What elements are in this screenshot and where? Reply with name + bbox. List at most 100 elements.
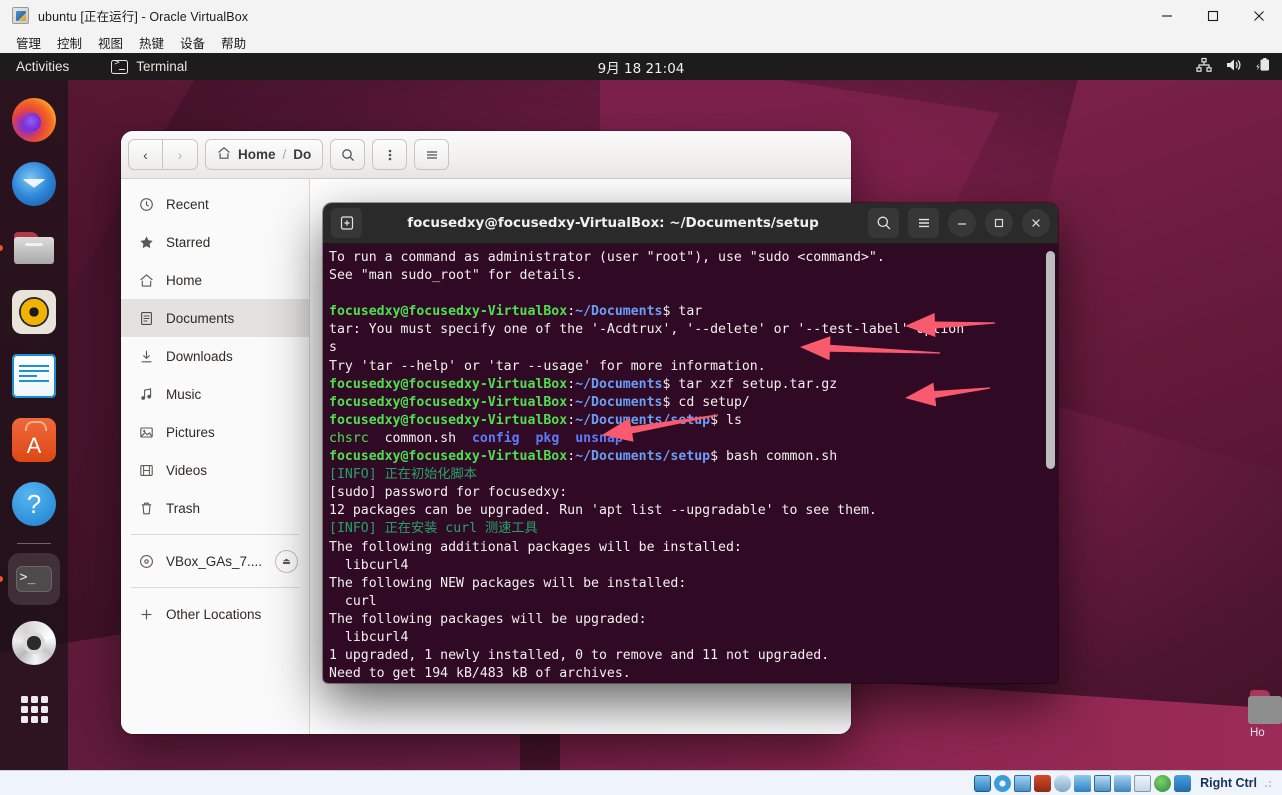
forward-button[interactable]: › (163, 139, 198, 170)
disc-icon (138, 553, 155, 570)
sidebar-label: Other Locations (166, 606, 262, 622)
menu-item-help[interactable]: 帮助 (213, 31, 254, 54)
app-menu-terminal[interactable]: Terminal (111, 58, 188, 74)
new-tab-icon[interactable] (331, 208, 362, 238)
sidebar-label: Documents (166, 310, 235, 326)
search-button[interactable] (330, 139, 366, 170)
video-capture-icon[interactable] (1114, 774, 1132, 792)
minimize-icon[interactable] (1144, 0, 1190, 31)
dock-separator (17, 543, 51, 544)
menu-item-devices[interactable]: 设备 (172, 31, 213, 54)
dock-item-libreoffice-writer[interactable] (8, 350, 60, 402)
network-icon[interactable] (1034, 774, 1052, 792)
disc-icon (12, 621, 56, 665)
app-grid-icon (12, 685, 56, 729)
minimize-icon[interactable] (948, 209, 976, 237)
menu-item-hotkeys[interactable]: 热键 (131, 31, 172, 54)
sidebar-label: Videos (166, 462, 208, 478)
rhythmbox-icon (12, 290, 56, 334)
plus-icon (138, 606, 155, 623)
close-icon[interactable] (1022, 209, 1050, 237)
view-options-button[interactable] (372, 139, 408, 170)
terminal-scrollbar[interactable] (1046, 249, 1055, 678)
firefox-icon (12, 98, 56, 142)
sidebar-label: Starred (166, 234, 211, 250)
panel-clock[interactable]: 9月 18 21:04 (598, 57, 685, 77)
maximize-icon[interactable] (985, 209, 1013, 237)
menu-button[interactable] (414, 139, 450, 170)
files-headerbar: ‹ › Home / Do (121, 131, 851, 179)
menu-item-view[interactable]: 视图 (90, 31, 131, 54)
shared-folder-icon[interactable] (1074, 774, 1092, 792)
breadcrumb[interactable]: Home / Do (205, 139, 324, 170)
eject-button[interactable]: ⏏ (275, 549, 298, 573)
sidebar-divider (131, 587, 299, 588)
dock-item-help[interactable] (8, 478, 60, 530)
volume-icon (1225, 57, 1242, 76)
host-key-label: Right Ctrl (1200, 776, 1257, 790)
dock-item-thunderbird[interactable] (8, 158, 60, 210)
sidebar-item-downloads[interactable]: Downloads (121, 337, 309, 375)
sidebar-item-documents[interactable]: Documents (121, 299, 309, 337)
virtualbox-statusbar: Right Ctrl (0, 770, 1282, 795)
activities-button[interactable]: Activities (16, 59, 69, 74)
dock-item-rhythmbox[interactable] (8, 286, 60, 338)
sidebar-label: VBox_GAs_7.... (166, 553, 263, 569)
sidebar-item-videos[interactable]: Videos (121, 451, 309, 489)
terminal-icon (12, 557, 56, 601)
sidebar-item-trash[interactable]: Trash (121, 489, 309, 527)
dock-item-files[interactable] (8, 222, 60, 274)
breadcrumb-separator: / (282, 147, 287, 162)
scrollbar-thumb[interactable] (1046, 251, 1055, 469)
menu-icon[interactable] (908, 208, 939, 238)
floppy-icon[interactable] (1014, 774, 1032, 792)
maximize-icon[interactable] (1190, 0, 1236, 31)
sidebar-item-home[interactable]: Home (121, 261, 309, 299)
optical-disk-icon[interactable] (994, 774, 1012, 792)
menu-item-manage[interactable]: 管理 (8, 31, 49, 54)
sidebar-item-recent[interactable]: Recent (121, 185, 309, 223)
thunderbird-icon (12, 162, 56, 206)
terminal-window-controls (868, 208, 1050, 238)
sidebar-item-music[interactable]: Music (121, 375, 309, 413)
dock-item-show-applications[interactable] (8, 681, 60, 733)
dock-item-firefox[interactable] (8, 94, 60, 146)
panel-status-area[interactable] (1196, 57, 1272, 76)
trash-icon (138, 500, 155, 517)
dock-item-ubuntu-software[interactable] (8, 414, 60, 466)
download-icon (138, 348, 155, 365)
navigation-buttons: ‹ › (128, 139, 198, 170)
app-menu-label: Terminal (136, 59, 188, 74)
sidebar-item-starred[interactable]: Starred (121, 223, 309, 261)
sidebar-item-vbox-guest-additions[interactable]: VBox_GAs_7.... ⏏ (121, 542, 309, 580)
virtualbox-icon[interactable] (1134, 774, 1152, 792)
dock-item-terminal[interactable] (8, 553, 60, 605)
terminal-headerbar: focusedxy@focusedxy-VirtualBox: ~/Docume… (323, 203, 1058, 244)
back-button[interactable]: ‹ (128, 139, 163, 170)
sidebar-label: Downloads (166, 348, 233, 364)
close-icon[interactable] (1236, 0, 1282, 31)
display-icon[interactable] (1094, 774, 1112, 792)
breadcrumb-current[interactable]: Do (293, 147, 311, 162)
ubuntu-dock (0, 80, 68, 770)
sidebar-item-pictures[interactable]: Pictures (121, 413, 309, 451)
menu-item-control[interactable]: 控制 (49, 31, 90, 54)
virtualbox-window-title: ubuntu [正在运行] - Oracle VirtualBox (38, 10, 249, 24)
keyboard-icon[interactable] (1174, 774, 1192, 792)
breadcrumb-home[interactable]: Home (238, 147, 276, 162)
usb-icon[interactable] (1054, 774, 1072, 792)
dock-item-disc[interactable] (8, 617, 60, 669)
resize-grip[interactable] (1264, 778, 1274, 788)
virtualbox-host-window: ubuntu [正在运行] - Oracle VirtualBox 管理 控制 … (0, 0, 1282, 795)
desktop-folder-label: Ho (1250, 727, 1265, 739)
mouse-integration-icon[interactable] (1154, 774, 1172, 792)
hard-disk-icon[interactable] (974, 774, 992, 792)
virtualbox-titlebar: ubuntu [正在运行] - Oracle VirtualBox (0, 0, 1282, 31)
terminal-screen[interactable]: To run a command as administrator (user … (323, 244, 1058, 683)
clock-icon (138, 196, 155, 213)
ubuntu-guest-screen: Activities Terminal 9月 18 21:04 (0, 53, 1282, 770)
sidebar-item-other-locations[interactable]: Other Locations (121, 595, 309, 633)
battery-icon (1255, 57, 1272, 76)
libreoffice-writer-icon (12, 354, 56, 398)
search-icon[interactable] (868, 208, 899, 238)
